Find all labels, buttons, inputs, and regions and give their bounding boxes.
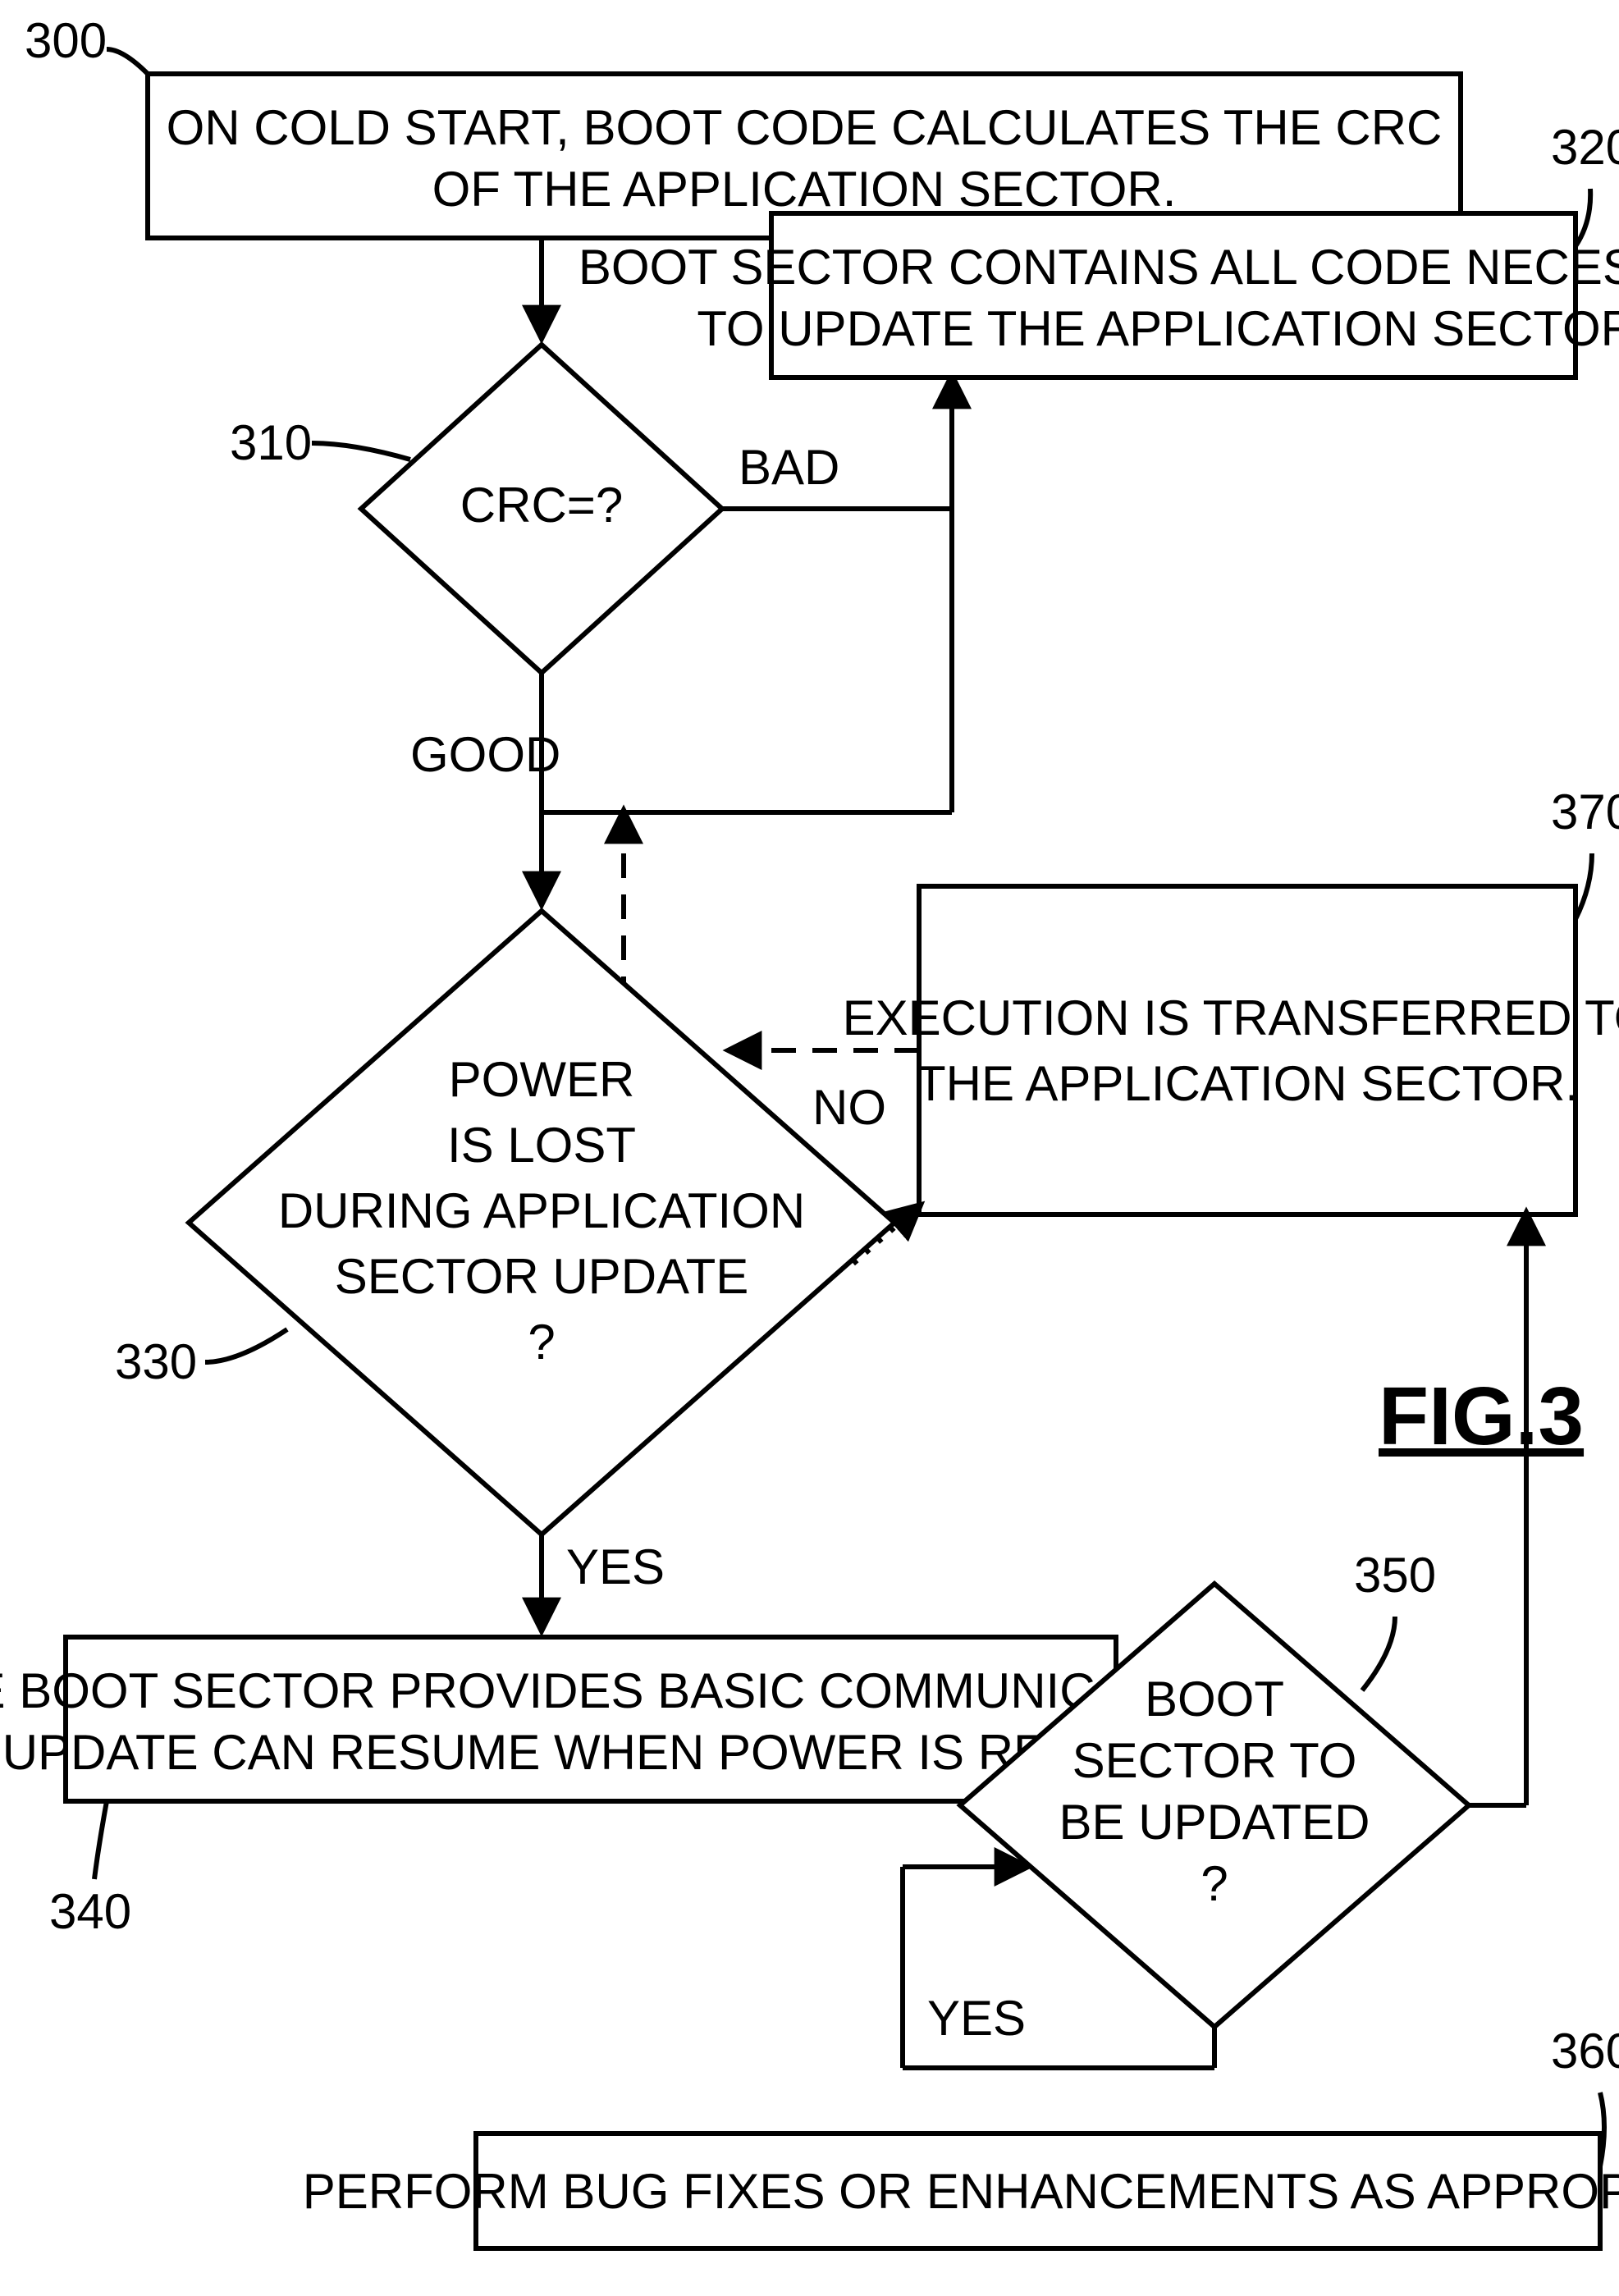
leader-300 xyxy=(107,49,148,74)
box-300-line2: OF THE APPLICATION SECTOR. xyxy=(432,162,1177,217)
ref-330: 330 xyxy=(115,1334,197,1389)
figure-label: FIG.3 xyxy=(1379,1370,1584,1462)
d350-l2: SECTOR TO xyxy=(1072,1733,1357,1788)
label-yes-350: YES xyxy=(927,1991,1026,2046)
d330-l4: SECTOR UPDATE xyxy=(335,1249,749,1304)
d350-l4: ? xyxy=(1201,1856,1228,1911)
ref-370: 370 xyxy=(1551,784,1619,839)
d310-text: CRC=? xyxy=(460,478,623,533)
box-370-l2: THE APPLICATION SECTOR. xyxy=(916,1056,1579,1111)
leader-350 xyxy=(1362,1617,1395,1690)
ref-360: 360 xyxy=(1551,2024,1619,2079)
leader-310 xyxy=(312,443,410,460)
label-no-330: NO xyxy=(812,1080,886,1135)
ref-320: 320 xyxy=(1551,120,1619,175)
box-360-l1: PERFORM BUG FIXES OR ENHANCEMENTS AS APP… xyxy=(303,2164,1619,2219)
leader-340 xyxy=(94,1801,107,1879)
ref-300: 300 xyxy=(25,13,107,68)
leader-330 xyxy=(205,1329,287,1362)
d330-l5: ? xyxy=(528,1315,555,1370)
label-bad: BAD xyxy=(739,440,839,495)
box-370-l1: EXECUTION IS TRANSFERRED TO xyxy=(843,990,1619,1045)
box-300-line1: ON COLD START, BOOT CODE CALCULATES THE … xyxy=(167,100,1443,155)
box-320-line1: BOOT SECTOR CONTAINS ALL CODE NECESSARY xyxy=(579,240,1619,295)
ref-350: 350 xyxy=(1354,1548,1436,1603)
leader-360 xyxy=(1600,2092,1604,2166)
box-370 xyxy=(919,886,1576,1214)
box-320-line2: TO UPDATE THE APPLICATION SECTOR. xyxy=(697,301,1619,356)
d350-l1: BOOT xyxy=(1145,1672,1284,1727)
label-yes-330: YES xyxy=(566,1539,665,1594)
ref-340: 340 xyxy=(49,1884,131,1939)
d350-l3: BE UPDATED xyxy=(1059,1795,1370,1850)
d330-l2: IS LOST xyxy=(447,1118,636,1173)
d330-l3: DURING APPLICATION xyxy=(278,1183,805,1238)
ref-310: 310 xyxy=(230,415,312,470)
d330-l1: POWER xyxy=(449,1052,635,1107)
flowchart: ON COLD START, BOOT CODE CALCULATES THE … xyxy=(0,0,1619,2296)
label-good: GOOD xyxy=(410,727,560,782)
